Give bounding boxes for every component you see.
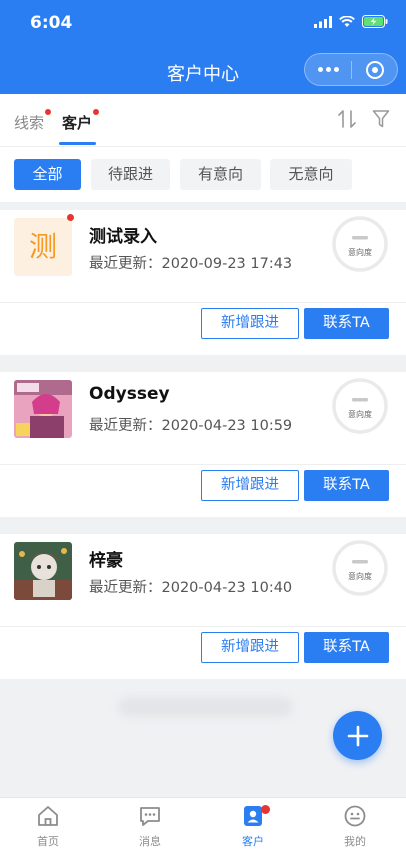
message-icon [140,807,160,826]
profile-icon [344,805,366,827]
tabbar-label: 我的 [344,835,366,848]
tabbar-item-home[interactable]: 首页 [18,804,78,849]
customer-card-actions: 新增跟进 联系TA [0,465,406,517]
plus-icon [347,725,368,746]
contact-button[interactable]: 联系TA [304,470,389,501]
filter-all[interactable]: 全部 [14,159,81,190]
filter-icon[interactable] [372,109,390,129]
customer-card[interactable]: 测 测试录入 最近更新：2020-09-23 17:43 意向度 新增跟进 联系… [0,210,406,355]
tabbar-badge [261,805,270,814]
sort-icon[interactable] [338,109,356,129]
bottom-tab-bar: 首页 消息 客户 我的 [0,797,406,854]
avatar [14,380,72,438]
filter-not-interested[interactable]: 无意向 [270,159,352,190]
tab-leads-dot [45,109,52,115]
segment-tabs: 线索 客户 [0,94,406,146]
gauge-label: 意向度 [348,571,372,581]
last-updated: 最近更新：2020-04-23 10:59 [89,418,293,434]
tab-customers[interactable]: 客户 [62,109,100,133]
intent-gauge: 意向度 [332,216,388,272]
tabbar-label: 消息 [139,835,161,848]
customer-card-header: 梓豪 最近更新：2020-04-23 10:40 意向度 [0,534,406,627]
avatar: 测 [14,218,72,276]
more-button[interactable] [305,67,351,72]
add-followup-button[interactable]: 新增跟进 [201,632,299,663]
add-customer-button[interactable] [333,711,382,760]
customer-card-header: Odyssey 最近更新：2020-04-23 10:59 意向度 [0,372,406,465]
intent-gauge: 意向度 [332,378,388,434]
tabbar-label: 首页 [37,835,59,848]
tabbar-item-customers[interactable]: 客户 [223,804,283,849]
customer-name: 梓豪 [89,551,123,571]
loading-placeholder [118,697,293,717]
customer-card[interactable]: Odyssey 最近更新：2020-04-23 10:59 意向度 新增跟进 联… [0,372,406,517]
battery-icon [362,15,388,28]
add-followup-button[interactable]: 新增跟进 [201,470,299,501]
tab-leads[interactable]: 线索 [14,109,52,133]
add-followup-button[interactable]: 新增跟进 [201,308,299,339]
filter-interested[interactable]: 有意向 [180,159,261,190]
contact-button[interactable]: 联系TA [304,308,389,339]
intent-gauge: 意向度 [332,540,388,596]
tabbar-item-profile[interactable]: 我的 [325,804,385,849]
customer-card[interactable]: 梓豪 最近更新：2020-04-23 10:40 意向度 新增跟进 联系TA [0,534,406,679]
status-bar: 6:04 [0,0,406,48]
status-time: 6:04 [30,13,73,33]
tab-underline [59,142,96,145]
tab-customers-dot [93,109,100,115]
unread-dot [67,214,74,221]
tabbar-item-messages[interactable]: 消息 [120,804,180,849]
signal-icon [314,15,332,28]
customer-card-header: 测 测试录入 最近更新：2020-09-23 17:43 意向度 [0,210,406,303]
avatar [14,542,72,600]
nav-bar: 客户中心 [0,48,406,94]
wifi-icon [339,15,355,27]
list-tools [338,109,390,129]
last-updated: 最近更新：2020-04-23 10:40 [89,580,293,596]
avatar-image [14,542,72,600]
status-icons [314,15,388,28]
home-icon [38,806,58,826]
filter-pending[interactable]: 待跟进 [91,159,170,190]
avatar-image [14,380,72,438]
avatar-text: 测 [14,218,72,276]
last-updated: 最近更新：2020-09-23 17:43 [89,256,293,272]
gauge-label: 意向度 [348,409,372,419]
customer-name: 测试录入 [89,227,157,247]
customer-name: Odyssey [89,384,170,404]
gauge-label: 意向度 [348,247,372,257]
target-close-icon [365,60,384,79]
customer-card-actions: 新增跟进 联系TA [0,627,406,679]
tab-customers-label: 客户 [62,114,93,132]
contact-button[interactable]: 联系TA [304,632,389,663]
mini-program-capsule [304,53,398,86]
tabbar-label: 客户 [242,835,264,848]
customer-card-actions: 新增跟进 联系TA [0,303,406,355]
tab-leads-label: 线索 [14,114,45,132]
close-button[interactable] [352,60,397,80]
filter-chips: 全部 待跟进 有意向 无意向 [0,146,406,202]
